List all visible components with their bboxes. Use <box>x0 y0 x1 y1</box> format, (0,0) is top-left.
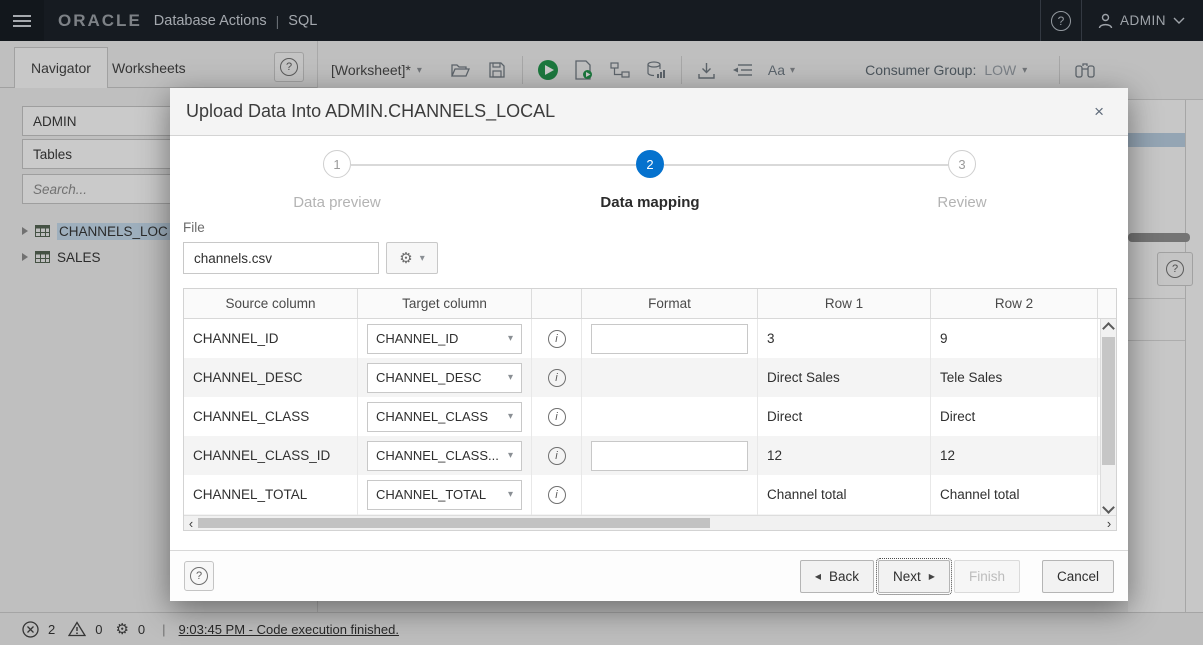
row2-value-cell: Direct <box>931 397 1098 436</box>
target-column-select[interactable]: CHANNEL_ID ▾ <box>367 323 522 354</box>
header-format-column: Format <box>582 289 758 318</box>
back-button[interactable]: ◀ Back <box>799 559 875 593</box>
format-input[interactable] <box>591 323 748 354</box>
source-column-cell: CHANNEL_TOTAL <box>184 475 358 514</box>
header-row1-column: Row 1 <box>758 289 931 318</box>
row1-value-cell: 3 <box>758 319 931 358</box>
wizard-stepper: 1 2 3 Data preview Data mapping Review <box>170 136 1128 222</box>
header-source-column: Source column <box>184 289 358 318</box>
caret-down-icon: ▾ <box>507 450 513 461</box>
file-field-label: File <box>183 220 205 235</box>
header-target-column: Target column <box>358 289 532 318</box>
next-button[interactable]: Next ▶ <box>876 557 952 595</box>
table-row: CHANNEL_TOTAL CHANNEL_TOTAL ▾ i Channel t… <box>184 475 1116 514</box>
source-column-cell: CHANNEL_ID <box>184 319 358 358</box>
step-3-label: Review <box>937 194 987 211</box>
row2-value-cell: Channel total <box>931 475 1098 514</box>
vertical-scrollbar[interactable] <box>1100 319 1116 517</box>
file-options-button[interactable]: ⚙ ▾ <box>386 242 438 274</box>
row2-value-cell: 12 <box>931 436 1098 475</box>
header-scrollbar-spacer <box>1098 289 1114 318</box>
row1-value-cell: Channel total <box>758 475 931 514</box>
dialog-header: Upload Data Into ADMIN.CHANNELS_LOCAL × <box>170 88 1128 136</box>
step-2-label: Data mapping <box>600 194 700 211</box>
vertical-scroll-thumb[interactable] <box>1102 337 1115 465</box>
next-arrow-icon: ▶ <box>928 571 935 581</box>
dialog-help-button[interactable]: ? <box>184 561 214 591</box>
back-button-label: Back <box>829 568 860 584</box>
target-column-value: CHANNEL_ID <box>376 331 459 346</box>
row2-value-cell: Tele Sales <box>931 358 1098 397</box>
target-column-select[interactable]: CHANNEL_TOTAL ▾ <box>367 479 522 510</box>
scroll-right-icon[interactable]: › <box>1102 517 1116 530</box>
file-name-input[interactable] <box>183 242 379 274</box>
finish-button-label: Finish <box>968 568 1005 584</box>
source-column-cell: CHANNEL_DESC <box>184 358 358 397</box>
table-row: CHANNEL_CLASS CHANNEL_CLASS ▾ i Direct Di… <box>184 397 1116 436</box>
dialog-footer: ? ◀ Back Next ▶ Finish Cancel <box>170 550 1128 601</box>
row1-value-cell: Direct <box>758 397 931 436</box>
table-row: CHANNEL_ID CHANNEL_ID ▾ i 3 9 <box>184 319 1116 358</box>
step-1-circle[interactable]: 1 <box>323 150 351 178</box>
caret-down-icon: ▾ <box>507 411 513 422</box>
format-input[interactable] <box>591 440 748 471</box>
step-3-circle[interactable]: 3 <box>948 150 976 178</box>
info-icon[interactable]: i <box>547 329 566 348</box>
target-column-select[interactable]: CHANNEL_CLASS... ▾ <box>367 440 522 471</box>
dialog-title: Upload Data Into ADMIN.CHANNELS_LOCAL <box>186 101 556 121</box>
caret-down-icon: ▾ <box>507 489 513 500</box>
data-mapping-table: Source column Target column Format Row 1… <box>183 288 1117 531</box>
info-icon[interactable]: i <box>547 407 566 426</box>
table-body: CHANNEL_ID CHANNEL_ID ▾ i 3 9 CHANNEL_DES… <box>184 319 1116 517</box>
row2-value-cell: 9 <box>931 319 1098 358</box>
finish-button[interactable]: Finish <box>953 559 1020 593</box>
cancel-button[interactable]: Cancel <box>1041 559 1114 593</box>
cancel-button-label: Cancel <box>1056 568 1099 584</box>
row1-value-cell: Direct Sales <box>758 358 931 397</box>
header-info-column <box>532 289 582 318</box>
caret-down-icon: ▾ <box>507 372 513 383</box>
close-icon[interactable]: × <box>1086 100 1112 124</box>
target-column-value: CHANNEL_CLASS <box>376 409 488 424</box>
horizontal-scrollbar[interactable]: ‹ › <box>184 515 1116 530</box>
target-column-value: CHANNEL_DESC <box>376 370 482 385</box>
scroll-left-icon[interactable]: ‹ <box>184 517 198 530</box>
source-column-cell: CHANNEL_CLASS <box>184 397 358 436</box>
scroll-up-icon[interactable] <box>1102 322 1115 335</box>
info-icon[interactable]: i <box>547 485 566 504</box>
step-2-circle[interactable]: 2 <box>636 150 664 178</box>
horizontal-scroll-thumb[interactable] <box>198 518 710 528</box>
help-icon: ? <box>190 567 208 585</box>
target-column-select[interactable]: CHANNEL_CLASS ▾ <box>367 401 522 432</box>
caret-down-icon: ▾ <box>507 333 513 344</box>
scroll-down-icon[interactable] <box>1102 501 1115 514</box>
gear-icon: ⚙ <box>399 250 413 267</box>
target-column-value: CHANNEL_TOTAL <box>376 487 487 502</box>
source-column-cell: CHANNEL_CLASS_ID <box>184 436 358 475</box>
table-row: CHANNEL_DESC CHANNEL_DESC ▾ i Direct Sale… <box>184 358 1116 397</box>
info-icon[interactable]: i <box>547 368 566 387</box>
row1-value-cell: 12 <box>758 436 931 475</box>
table-header-row: Source column Target column Format Row 1… <box>184 289 1116 319</box>
next-button-label: Next <box>893 568 921 584</box>
step-1-label: Data preview <box>293 194 381 211</box>
target-column-value: CHANNEL_CLASS... <box>376 448 499 463</box>
back-arrow-icon: ◀ <box>814 571 822 581</box>
header-row2-column: Row 2 <box>931 289 1098 318</box>
info-icon[interactable]: i <box>547 446 566 465</box>
upload-data-dialog: Upload Data Into ADMIN.CHANNELS_LOCAL × … <box>170 88 1128 601</box>
caret-down-icon: ▾ <box>419 252 425 264</box>
target-column-select[interactable]: CHANNEL_DESC ▾ <box>367 362 522 393</box>
table-row: CHANNEL_CLASS_ID CHANNEL_CLASS... ▾ i 12 … <box>184 436 1116 475</box>
